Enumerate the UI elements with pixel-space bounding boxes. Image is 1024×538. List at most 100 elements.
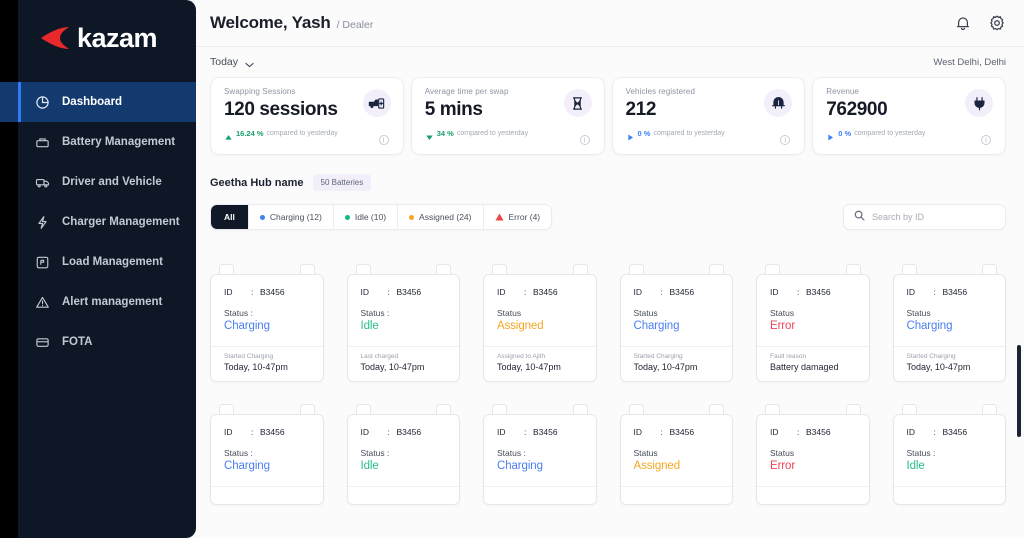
battery-status-value: Idle — [360, 460, 379, 472]
battery-card[interactable]: ID: B3456 Status : Idle — [892, 404, 1006, 505]
battery-id-label: ID — [633, 287, 643, 297]
tab-assigned[interactable]: Assigned (24) — [398, 205, 484, 229]
battery-foot-value: Today, 10-47pm — [906, 362, 971, 372]
colon: : — [524, 287, 527, 297]
battery-card[interactable]: ID: B3456 Status Assigned Assigned to Aji… — [483, 264, 597, 382]
period-selector[interactable]: Today — [210, 56, 254, 68]
battery-card[interactable]: ID: B3456 Status Charging Started Chargin… — [619, 264, 733, 382]
stat-card-revenue[interactable]: Revenue 762900 0 % compared to yesterday — [812, 77, 1006, 155]
sidebar-item-charger-management[interactable]: Charger Management — [0, 202, 196, 242]
stat-delta: 0 % — [838, 129, 852, 138]
info-icon[interactable]: i — [981, 135, 991, 145]
tab-all[interactable]: All — [211, 205, 249, 229]
battery-id-value: B3456 — [806, 427, 831, 437]
stat-footer: 0 % compared to yesterday — [826, 129, 994, 141]
battery-id-label: ID — [770, 287, 779, 297]
battery-foot-label: Assigned to Ajith — [497, 353, 546, 360]
tab-idle[interactable]: Idle (10) — [334, 205, 399, 229]
colon: : — [797, 287, 800, 297]
battery-status-value: Idle — [906, 460, 925, 472]
battery-card[interactable]: ID: B3456 Status : Idle — [346, 404, 460, 505]
tab-label: Idle (10) — [354, 212, 387, 222]
battery-card[interactable]: ID: B3456 Status : Charging — [483, 404, 597, 505]
bolt-icon — [34, 214, 50, 230]
gear-icon[interactable] — [988, 14, 1006, 32]
info-icon[interactable]: i — [579, 135, 590, 145]
sidebar-item-driver-and-vehicle[interactable]: Driver and Vehicle — [0, 162, 196, 202]
tab-label: Error (4) — [508, 212, 541, 222]
battery-card[interactable]: ID: B3456 Status : Charging — [210, 404, 324, 505]
main-area: Welcome, Yash / Dealer Today West Delhi,… — [196, 0, 1024, 538]
app-window: kazam Dashboard Battery Management Drive… — [0, 0, 1024, 538]
battery-status-label: Status : — [360, 448, 390, 458]
sidebar-item-label: Load Management — [62, 256, 163, 268]
battery-foot-value: Today, 10-47pm — [633, 362, 698, 372]
warning-triangle-icon — [34, 294, 50, 310]
battery-foot-value: Today, 10-47pm — [497, 362, 561, 372]
battery-card[interactable]: ID: B3456 Status Error Fault reason Batte… — [756, 264, 870, 382]
colon: : — [251, 427, 254, 437]
stat-comparison: compared to yesterday — [266, 130, 338, 137]
search-box[interactable] — [843, 204, 1006, 230]
battery-id-value: B3456 — [260, 287, 285, 297]
battery-card[interactable]: ID: B3456 Status Charging Started Chargin… — [892, 264, 1006, 382]
sidebar-item-dashboard[interactable]: Dashboard — [0, 82, 196, 122]
tab-charging[interactable]: Charging (12) — [249, 205, 334, 229]
battery-card[interactable]: ID: B3456 Status Assigned — [619, 404, 733, 505]
battery-status-value: Charging — [224, 460, 270, 472]
battery-grid: ID: B3456 Status : Charging Started Charg… — [210, 264, 1006, 505]
colon: : — [933, 427, 936, 437]
sidebar-item-battery-management[interactable]: Battery Management — [0, 122, 196, 162]
stat-card-swapping-sessions[interactable]: Swapping Sessions 120 sessions 16.24 % c… — [210, 77, 404, 155]
colon: : — [387, 427, 390, 437]
colon: : — [797, 427, 800, 437]
stat-footer: 16.24 % compared to yesterday — [224, 129, 392, 140]
stat-card-vehicles-registered[interactable]: Vehicles registered 212 0 % compared to … — [611, 77, 806, 155]
battery-id-value: B3456 — [260, 427, 285, 437]
battery-status-label: Status — [906, 308, 931, 318]
info-icon[interactable]: i — [780, 135, 791, 145]
battery-id-value: B3456 — [942, 287, 968, 297]
battery-id-label: ID — [906, 287, 916, 297]
search-input[interactable] — [872, 212, 995, 222]
battery-card[interactable]: ID: B3456 Status : Idle Last charged Toda… — [346, 264, 460, 382]
colon: : — [660, 427, 663, 437]
search-icon — [854, 208, 865, 226]
status-dot-charging-icon — [259, 214, 265, 220]
stat-comparison: compared to yesterday — [456, 130, 529, 137]
battery-id-value: B3456 — [396, 427, 422, 437]
battery-icon — [34, 134, 50, 150]
kazam-chevron-logo-icon — [36, 24, 70, 52]
vertical-scrollbar[interactable] — [1017, 345, 1021, 437]
tab-error[interactable]: Error (4) — [484, 205, 552, 229]
stat-card-average-time-per-swap[interactable]: Average time per swap 5 mins 34 % compar… — [410, 77, 605, 155]
battery-status-label: Status : — [224, 308, 253, 318]
brand-logo[interactable]: kazam — [0, 0, 196, 76]
stat-cards: Swapping Sessions 120 sessions 16.24 % c… — [210, 77, 1006, 155]
filter-bar: Today West Delhi, Delhi — [196, 47, 1024, 77]
colon: : — [251, 287, 254, 297]
pie-chart-icon — [34, 94, 50, 110]
bell-icon[interactable] — [954, 14, 972, 32]
battery-id-label: ID — [497, 427, 506, 437]
sidebar-item-fota[interactable]: FOTA — [0, 322, 196, 362]
battery-id-label: ID — [360, 427, 370, 437]
battery-card[interactable]: ID: B3456 Status Error — [756, 404, 870, 505]
battery-id-label: ID — [633, 427, 643, 437]
info-icon[interactable]: i — [378, 135, 389, 145]
hourglass-icon — [563, 89, 592, 117]
sidebar-item-alert-management[interactable]: Alert management — [0, 282, 196, 322]
stat-footer: 34 % compared to yesterday — [425, 129, 593, 141]
sidebar-item-load-management[interactable]: Load Management — [0, 242, 196, 282]
battery-card[interactable]: ID: B3456 Status : Charging Started Charg… — [210, 264, 324, 382]
card-stack-icon — [34, 334, 50, 350]
content-area: Swapping Sessions 120 sessions 16.24 % c… — [196, 77, 1024, 538]
battery-foot-label: Started Charging — [906, 353, 956, 360]
error-triangle-icon — [495, 213, 504, 221]
sidebar-nav: Dashboard Battery Management Driver and … — [0, 76, 196, 362]
battery-id-value: B3456 — [669, 427, 695, 437]
battery-status-value: Charging — [497, 460, 543, 472]
status-dot-assigned-icon — [409, 214, 415, 220]
battery-status-label: Status : — [360, 308, 390, 318]
status-tabs: All Charging (12) Idle (10) Assigned (24… — [210, 204, 553, 230]
